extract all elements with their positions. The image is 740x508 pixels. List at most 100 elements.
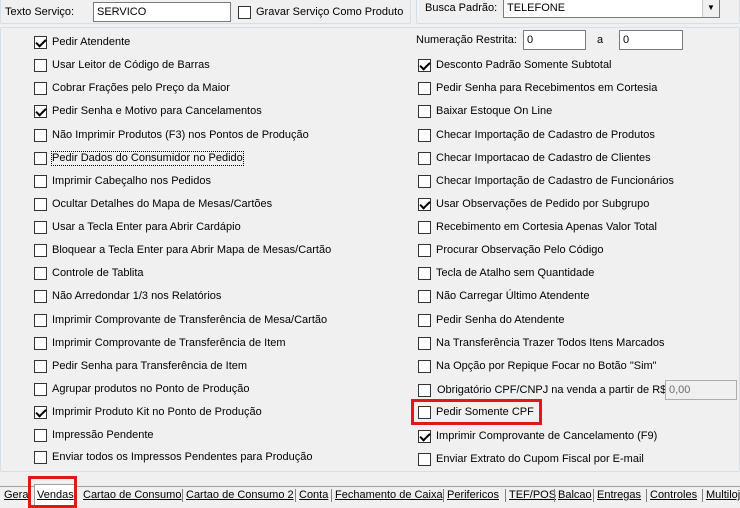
option-nao-arredondar-1-3-nos-relatorios[interactable]: Não Arredondar 1/3 nos Relatórios — [34, 288, 221, 304]
tab-entregas[interactable]: Entregas — [595, 487, 643, 505]
tab-cartao-de-consumo[interactable]: Cartao de Consumo — [81, 487, 183, 505]
imprimir-cancelamento-checkbox[interactable]: Imprimir Comprovante de Cancelamento (F9… — [418, 428, 657, 444]
option-enviar-todos-os-impressos-pendentes-para-producao[interactable]: Enviar todos os Impressos Pendentes para… — [34, 449, 312, 465]
checkbox-label: Pedir Dados do Consumidor no Pedido — [51, 150, 244, 166]
checkbox-box[interactable] — [418, 359, 431, 373]
checkbox-box[interactable] — [34, 104, 47, 118]
tab-cartao-de-consumo-2[interactable]: Cartao de Consumo 2 — [184, 487, 296, 505]
option-pedir-senha-para-transferencia-de-item[interactable]: Pedir Senha para Transferência de Item — [34, 358, 247, 374]
option-desconto-padrao-somente-subtotal[interactable]: Desconto Padrão Somente Subtotal — [418, 57, 612, 73]
checkbox-box[interactable] — [34, 220, 47, 234]
checkbox-box[interactable] — [34, 428, 47, 442]
checkbox-box[interactable] — [34, 289, 47, 303]
option-baixar-estoque-on-line[interactable]: Baixar Estoque On Line — [418, 103, 552, 119]
vendas-tab-highlight-box — [28, 476, 77, 508]
checkbox-box[interactable] — [34, 450, 47, 464]
texto-servico-input[interactable]: SERVICO — [93, 2, 231, 22]
checkbox-box[interactable] — [418, 128, 431, 142]
checkbox-box[interactable] — [418, 174, 431, 188]
option-agrupar-produtos-no-ponto-de-producao[interactable]: Agrupar produtos no Ponto de Produção — [34, 381, 250, 397]
obrigatorio-cpf-label: Obrigatório CPF/CNPJ na venda a partir d… — [437, 383, 667, 396]
checkbox-box[interactable] — [418, 336, 431, 350]
tab-tef-pos[interactable]: TEF/POS — [507, 487, 558, 505]
option-usar-leitor-de-codigo-de-barras[interactable]: Usar Leitor de Código de Barras — [34, 57, 210, 73]
option-usar-a-tecla-enter-para-abrir-cardapio[interactable]: Usar a Tecla Enter para Abrir Cardápio — [34, 219, 241, 235]
checkbox-box[interactable] — [418, 243, 431, 257]
gravar-servico-checkbox[interactable]: Gravar Serviço Como Produto — [238, 4, 403, 20]
checkbox-box[interactable] — [418, 313, 431, 327]
checkbox-box[interactable] — [34, 336, 47, 350]
option-checar-importacao-de-cadastro-de-clientes[interactable]: Checar Importacao de Cadastro de Cliente… — [418, 150, 651, 166]
tab-controles[interactable]: Controles — [648, 487, 699, 505]
checkbox-box[interactable] — [34, 197, 47, 211]
imprimir-cancelamento-box[interactable] — [418, 429, 431, 443]
option-imprimir-comprovante-de-transferencia-de-item[interactable]: Imprimir Comprovante de Transferência de… — [34, 335, 286, 351]
tab-conta[interactable]: Conta — [297, 487, 330, 505]
option-recebimento-em-cortesia-apenas-valor-total[interactable]: Recebimento em Cortesia Apenas Valor Tot… — [418, 219, 657, 235]
checkbox-box[interactable] — [418, 220, 431, 234]
option-cobrar-fracoes-pelo-preco-da-maior[interactable]: Cobrar Frações pelo Preço da Maior — [34, 80, 230, 96]
option-tecla-de-atalho-sem-quantidade[interactable]: Tecla de Atalho sem Quantidade — [418, 265, 594, 281]
option-nao-carregar-ultimo-atendente[interactable]: Não Carregar Último Atendente — [418, 288, 589, 304]
enviar-extrato-box[interactable] — [418, 452, 431, 466]
enviar-extrato-checkbox[interactable]: Enviar Extrato do Cupom Fiscal por E-mai… — [418, 451, 644, 467]
option-nao-imprimir-produtos-f3-nos-pontos-de-producao[interactable]: Não Imprimir Produtos (F3) nos Pontos de… — [34, 127, 309, 143]
option-imprimir-produto-kit-no-ponto-de-producao[interactable]: Imprimir Produto Kit no Ponto de Produçã… — [34, 404, 262, 420]
checkbox-box[interactable] — [34, 128, 47, 142]
option-imprimir-comprovante-de-transferencia-de-mesa-cartao[interactable]: Imprimir Comprovante de Transferência de… — [34, 312, 327, 328]
checkbox-label: Impressão Pendente — [52, 428, 154, 441]
option-na-transferencia-trazer-todos-itens-marcados[interactable]: Na Transferência Trazer Todos Itens Marc… — [418, 335, 664, 351]
option-controle-de-tablita[interactable]: Controle de Tablita — [34, 265, 144, 281]
tab-multiloja[interactable]: Multiloja — [704, 487, 740, 505]
checkbox-box[interactable] — [34, 35, 47, 49]
combo-arrow-button[interactable]: ▼ — [702, 0, 719, 17]
option-ocultar-detalhes-do-mapa-de-mesas-cartoes[interactable]: Ocultar Detalhes do Mapa de Mesas/Cartõe… — [34, 196, 272, 212]
checkbox-box[interactable] — [34, 243, 47, 257]
tab-fechamento-de-caixa[interactable]: Fechamento de Caixa — [333, 487, 445, 505]
checkbox-box[interactable] — [34, 359, 47, 373]
option-procurar-observacao-pelo-codigo[interactable]: Procurar Observação Pelo Código — [418, 242, 604, 258]
checkbox-box[interactable] — [418, 58, 431, 72]
checkbox-box[interactable] — [418, 289, 431, 303]
gravar-servico-box[interactable] — [238, 5, 251, 19]
option-pedir-senha-do-atendente[interactable]: Pedir Senha do Atendente — [418, 312, 564, 328]
option-pedir-senha-e-motivo-para-cancelamentos[interactable]: Pedir Senha e Motivo para Cancelamentos — [34, 103, 262, 119]
option-pedir-dados-do-consumidor-no-pedido[interactable]: Pedir Dados do Consumidor no Pedido — [34, 150, 244, 166]
enviar-extrato-label: Enviar Extrato do Cupom Fiscal por E-mai… — [436, 452, 644, 465]
option-checar-importacao-de-cadastro-de-funcionarios[interactable]: Checar Importação de Cadastro de Funcion… — [418, 173, 674, 189]
checkbox-box[interactable] — [34, 81, 47, 95]
checkbox-label: Pedir Senha e Motivo para Cancelamentos — [52, 104, 262, 117]
pedir-cpf-highlight-box — [411, 399, 542, 425]
option-imprimir-cabecalho-nos-pedidos[interactable]: Imprimir Cabeçalho nos Pedidos — [34, 173, 211, 189]
numeracao-to-input[interactable]: 0 — [619, 30, 683, 50]
tab-balcao[interactable]: Balcao — [556, 487, 594, 505]
checkbox-box[interactable] — [34, 58, 47, 72]
option-usar-observacoes-de-pedido-por-subgrupo[interactable]: Usar Observações de Pedido por Subgrupo — [418, 196, 649, 212]
option-na-opcao-por-repique-focar-no-botao-sim[interactable]: Na Opção por Repique Focar no Botão "Sim… — [418, 358, 657, 374]
checkbox-box[interactable] — [34, 405, 47, 419]
option-impressao-pendente[interactable]: Impressão Pendente — [34, 427, 154, 443]
checkbox-box[interactable] — [34, 151, 47, 165]
option-checar-importacao-de-cadastro-de-produtos[interactable]: Checar Importação de Cadastro de Produto… — [418, 127, 655, 143]
checkbox-box[interactable] — [34, 266, 47, 280]
busca-padrao-select[interactable]: TELEFONE ▼ — [503, 0, 720, 18]
checkbox-box[interactable] — [418, 266, 431, 280]
checkbox-label: Imprimir Produto Kit no Ponto de Produçã… — [52, 405, 262, 418]
obrigatorio-cpf-box[interactable] — [418, 383, 431, 397]
checkbox-box[interactable] — [418, 104, 431, 118]
checkbox-box[interactable] — [34, 313, 47, 327]
cpf-valor-input[interactable]: 0,00 — [665, 380, 737, 400]
option-pedir-senha-para-recebimentos-em-cortesia[interactable]: Pedir Senha para Recebimentos em Cortesi… — [418, 80, 657, 96]
tab-perifericos[interactable]: Perifericos — [445, 487, 501, 505]
imprimir-cancelamento-label: Imprimir Comprovante de Cancelamento (F9… — [436, 429, 658, 442]
checkbox-box[interactable] — [34, 174, 47, 188]
obrigatorio-cpf-checkbox[interactable]: Obrigatório CPF/CNPJ na venda a partir d… — [418, 382, 666, 398]
option-pedir-atendente[interactable]: Pedir Atendente — [34, 34, 130, 50]
checkbox-box[interactable] — [418, 197, 431, 211]
checkbox-box[interactable] — [418, 151, 431, 165]
tab-separator — [702, 489, 703, 502]
checkbox-box[interactable] — [34, 382, 47, 396]
option-bloquear-a-tecla-enter-para-abrir-mapa-de-mesas-cartao[interactable]: Bloquear a Tecla Enter para Abrir Mapa d… — [34, 242, 331, 258]
numeracao-from-input[interactable]: 0 — [523, 30, 586, 50]
checkbox-box[interactable] — [418, 81, 431, 95]
